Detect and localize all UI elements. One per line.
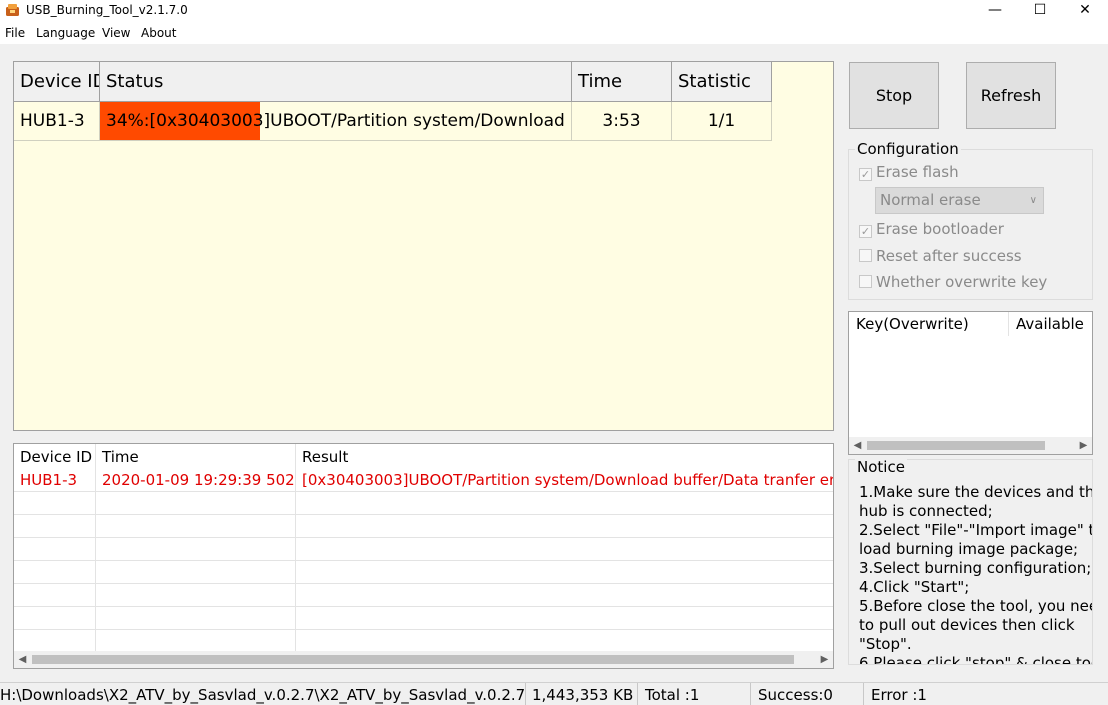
notice-line: to pull out devices then click bbox=[859, 616, 1075, 634]
column-header-statistic[interactable]: Statistic bbox=[672, 62, 772, 102]
log-empty-cell bbox=[296, 630, 833, 653]
log-empty-cell bbox=[96, 515, 296, 538]
log-empty-cell bbox=[296, 538, 833, 561]
image-path: H:\Downloads\X2_ATV_by_Sasvlad_v.0.2.7\X… bbox=[0, 683, 526, 705]
erase-mode-select[interactable]: Normal erase ∨ bbox=[875, 187, 1044, 214]
refresh-button[interactable]: Refresh bbox=[966, 62, 1056, 129]
log-empty-cell bbox=[96, 584, 296, 607]
log-empty-cell bbox=[14, 515, 96, 538]
log-horizontal-scrollbar[interactable]: ◀ ▶ bbox=[14, 651, 833, 668]
stop-button[interactable]: Stop bbox=[849, 62, 939, 129]
erase-bootloader-option[interactable]: ✓ Erase bootloader bbox=[859, 219, 1004, 239]
notice-line: 2.Select "File"-"Import image" to bbox=[859, 521, 1093, 539]
app-icon bbox=[6, 4, 19, 16]
log-empty-cell bbox=[14, 630, 96, 653]
reset-after-success-checkbox[interactable] bbox=[859, 249, 872, 262]
notice-line: 1.Make sure the devices and the bbox=[859, 483, 1093, 501]
minimize-button[interactable]: — bbox=[972, 0, 1018, 22]
key-table[interactable]: Key(Overwrite) Available ◀ ▶ bbox=[848, 311, 1093, 455]
time-cell: 3:53 bbox=[572, 102, 672, 141]
log-result-cell: [0x30403003]UBOOT/Partition system/Downl… bbox=[296, 469, 833, 492]
log-empty-cell bbox=[296, 584, 833, 607]
notice-label: Notice bbox=[855, 458, 907, 476]
notice-line: 6.Please click "stop" & close tool bbox=[859, 654, 1093, 665]
key-horizontal-scrollbar[interactable]: ◀ ▶ bbox=[849, 437, 1092, 454]
title-bar: USB_Burning_Tool_v2.1.7.0 — ☐ ✕ bbox=[0, 0, 1108, 22]
log-empty-cell bbox=[296, 607, 833, 630]
device-id-cell: HUB1-3 bbox=[14, 102, 100, 141]
log-empty-cell bbox=[96, 607, 296, 630]
log-empty-cell bbox=[14, 538, 96, 561]
notice-line: load burning image package; bbox=[859, 540, 1079, 558]
log-empty-cell bbox=[96, 492, 296, 515]
status-bar: H:\Downloads\X2_ATV_by_Sasvlad_v.0.2.7\X… bbox=[0, 682, 1108, 705]
close-button[interactable]: ✕ bbox=[1062, 0, 1108, 22]
log-header-result[interactable]: Result bbox=[296, 444, 833, 469]
log-grid[interactable]: Device ID Time Result HUB1-3 2020-01-09 … bbox=[13, 443, 834, 669]
device-grid[interactable]: Device ID Status Time Statistic HUB1-3 3… bbox=[13, 61, 834, 431]
overwrite-key-option[interactable]: Whether overwrite key bbox=[859, 272, 1047, 292]
notice-text: 1.Make sure the devices and the hub is c… bbox=[859, 483, 1093, 665]
notice-line: "Stop". bbox=[859, 635, 912, 653]
log-empty-cell bbox=[96, 630, 296, 653]
scroll-left-icon[interactable]: ◀ bbox=[849, 437, 866, 454]
notice-group: 1.Make sure the devices and the hub is c… bbox=[848, 459, 1093, 665]
chevron-down-icon: ∨ bbox=[1029, 195, 1037, 206]
log-empty-cell bbox=[296, 492, 833, 515]
column-header-device-id[interactable]: Device ID bbox=[14, 62, 100, 102]
key-header-available[interactable]: Available bbox=[1009, 312, 1092, 336]
log-empty-cell bbox=[14, 561, 96, 584]
image-size: 1,443,353 KB bbox=[530, 683, 638, 705]
success-count: Success:0 bbox=[756, 683, 864, 705]
scroll-thumb[interactable] bbox=[867, 441, 1045, 450]
overwrite-key-checkbox[interactable] bbox=[859, 275, 872, 288]
log-empty-cell bbox=[14, 607, 96, 630]
window-title: USB_Burning_Tool_v2.1.7.0 bbox=[26, 3, 188, 17]
erase-flash-option[interactable]: ✓ Erase flash bbox=[859, 162, 959, 182]
log-empty-cell bbox=[96, 561, 296, 584]
scroll-right-icon[interactable]: ▶ bbox=[816, 651, 833, 668]
log-time-cell: 2020-01-09 19:29:39 502 bbox=[96, 469, 296, 492]
log-empty-cell bbox=[14, 492, 96, 515]
erase-bootloader-checkbox[interactable]: ✓ bbox=[859, 225, 872, 238]
scroll-thumb[interactable] bbox=[32, 655, 794, 664]
log-empty-cell bbox=[14, 584, 96, 607]
scroll-right-icon[interactable]: ▶ bbox=[1075, 437, 1092, 454]
menu-file[interactable]: File bbox=[5, 26, 25, 41]
notice-line: 5.Before close the tool, you need bbox=[859, 597, 1093, 615]
total-count: Total :1 bbox=[643, 683, 751, 705]
log-empty-cell bbox=[96, 538, 296, 561]
log-empty-cell bbox=[296, 561, 833, 584]
erase-bootloader-label: Erase bootloader bbox=[876, 220, 1004, 238]
reset-after-success-label: Reset after success bbox=[876, 247, 1022, 265]
log-device-id-cell: HUB1-3 bbox=[14, 469, 96, 492]
menu-view[interactable]: View bbox=[102, 26, 130, 41]
statistic-cell: 1/1 bbox=[672, 102, 772, 141]
column-header-time[interactable]: Time bbox=[572, 62, 672, 102]
status-text: 34%:[0x30403003]UBOOT/Partition system/D… bbox=[106, 111, 571, 131]
menu-bar: File Language View About bbox=[0, 22, 1108, 44]
erase-flash-label: Erase flash bbox=[876, 163, 959, 181]
error-count: Error :1 bbox=[871, 686, 927, 704]
menu-language[interactable]: Language bbox=[36, 26, 95, 41]
menu-about[interactable]: About bbox=[141, 26, 176, 41]
log-header-device-id[interactable]: Device ID bbox=[14, 444, 96, 469]
key-header-overwrite[interactable]: Key(Overwrite) bbox=[849, 312, 1009, 336]
configuration-label: Configuration bbox=[855, 140, 961, 158]
notice-line: hub is connected; bbox=[859, 502, 993, 520]
status-cell: 34%:[0x30403003]UBOOT/Partition system/D… bbox=[100, 102, 572, 141]
maximize-button[interactable]: ☐ bbox=[1017, 0, 1063, 22]
erase-mode-value: Normal erase bbox=[880, 191, 981, 209]
log-header-time[interactable]: Time bbox=[96, 444, 296, 469]
notice-line: 4.Click "Start"; bbox=[859, 578, 970, 596]
scroll-left-icon[interactable]: ◀ bbox=[14, 651, 31, 668]
erase-flash-checkbox[interactable]: ✓ bbox=[859, 168, 872, 181]
notice-line: 3.Select burning configuration; bbox=[859, 559, 1092, 577]
usb-burning-tool-window: USB_Burning_Tool_v2.1.7.0 — ☐ ✕ File Lan… bbox=[0, 0, 1108, 705]
status-progress: 34%:[0x30403003]UBOOT/Partition system/D… bbox=[100, 102, 571, 140]
log-empty-cell bbox=[296, 515, 833, 538]
overwrite-key-label: Whether overwrite key bbox=[876, 273, 1048, 291]
reset-after-success-option[interactable]: Reset after success bbox=[859, 246, 1022, 266]
column-header-status[interactable]: Status bbox=[100, 62, 572, 102]
